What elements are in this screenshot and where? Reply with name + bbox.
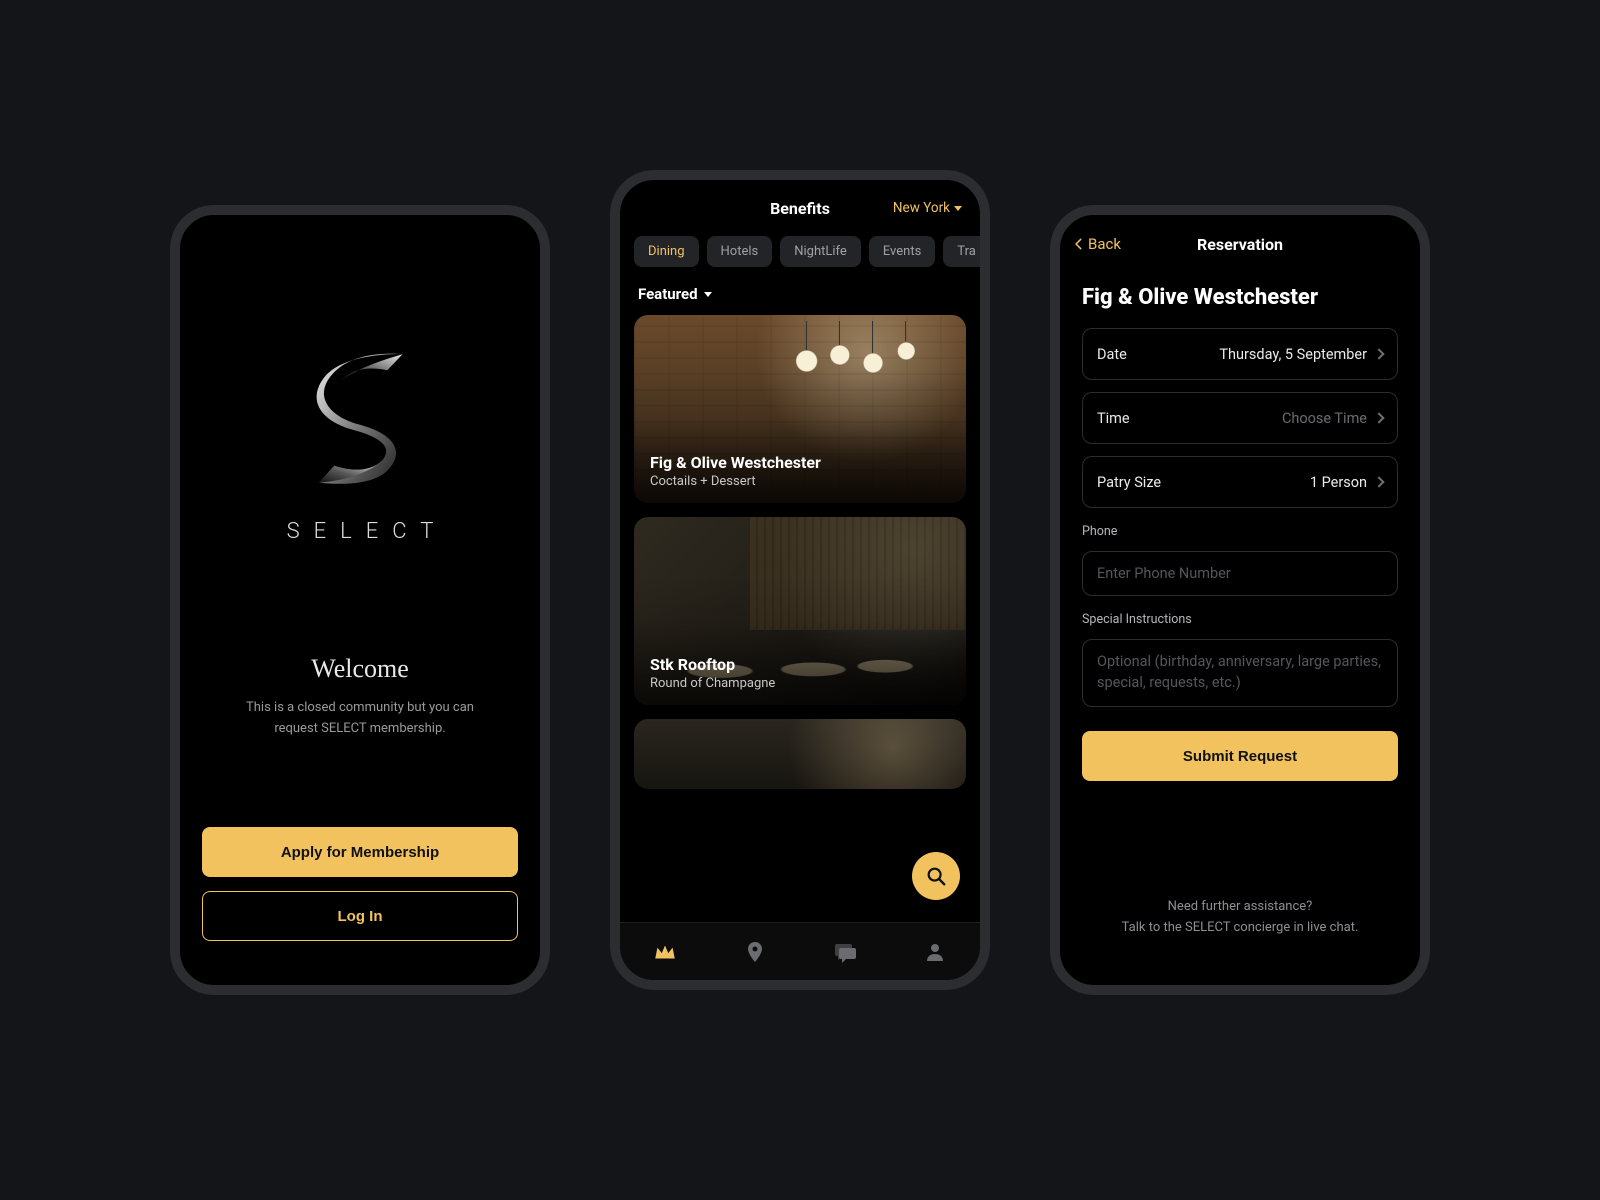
venue-subtitle: Round of Champagne	[650, 676, 775, 691]
select-logo-icon	[275, 333, 445, 503]
tab-chat[interactable]	[825, 932, 865, 972]
tab-places[interactable]	[735, 932, 775, 972]
time-placeholder: Choose Time	[1282, 410, 1367, 427]
pin-icon	[743, 940, 767, 964]
tab-benefits[interactable]	[645, 932, 685, 972]
venue-subtitle: Coctails + Dessert	[650, 474, 821, 489]
caret-down-icon	[954, 206, 962, 211]
assist-line-2: Talk to the SELECT concierge in live cha…	[1060, 918, 1420, 939]
venue-card[interactable]	[634, 719, 966, 789]
chip-dining[interactable]: Dining	[634, 236, 699, 267]
welcome-title: Welcome	[311, 654, 409, 684]
benefits-screen: Benefits New York Dining Hotels NightLif…	[610, 170, 990, 990]
person-icon	[923, 940, 947, 964]
back-button[interactable]: Back	[1072, 235, 1121, 253]
login-button[interactable]: Log In	[202, 891, 518, 941]
reservation-screen: Back Reservation Fig & Olive Westchester…	[1050, 205, 1430, 995]
instructions-input[interactable]: Optional (birthday, anniversary, large p…	[1082, 639, 1398, 707]
phone-field-label: Phone	[1082, 524, 1398, 539]
apply-membership-button[interactable]: Apply for Membership	[202, 827, 518, 877]
search-fab[interactable]	[912, 852, 960, 900]
chevron-left-icon	[1072, 237, 1086, 251]
venue-card[interactable]: Fig & Olive Westchester Coctails + Desse…	[634, 315, 966, 503]
assist-line-1: Need further assistance?	[1060, 897, 1420, 918]
tab-bar	[620, 922, 980, 980]
submit-request-button[interactable]: Submit Request	[1082, 731, 1398, 781]
chevron-right-icon	[1373, 412, 1384, 423]
caret-down-icon	[704, 292, 712, 297]
assistance-text: Need further assistance? Talk to the SEL…	[1060, 897, 1420, 965]
crown-icon	[652, 939, 678, 965]
sort-label: Featured	[638, 285, 698, 303]
sort-picker[interactable]: Featured	[620, 277, 980, 315]
top-bar: Benefits New York	[620, 180, 980, 236]
party-value: 1 Person	[1310, 474, 1367, 491]
time-label: Time	[1097, 410, 1130, 427]
reservation-form: Date Thursday, 5 September Time Choose T…	[1060, 328, 1420, 707]
nav-bar: Back Reservation	[1060, 215, 1420, 273]
time-row[interactable]: Time Choose Time	[1082, 392, 1398, 444]
phone-input[interactable]: Enter Phone Number	[1082, 551, 1398, 596]
phone-placeholder: Enter Phone Number	[1097, 565, 1231, 582]
chevron-right-icon	[1373, 476, 1384, 487]
welcome-subtitle: This is a closed community but you can r…	[180, 698, 540, 738]
venue-title: Stk Rooftop	[650, 655, 775, 674]
party-label: Patry Size	[1097, 474, 1161, 491]
venue-title: Fig & Olive Westchester	[650, 453, 821, 472]
chip-nightlife[interactable]: NightLife	[780, 236, 861, 267]
page-title: Benefits	[770, 199, 830, 218]
chevron-right-icon	[1373, 348, 1384, 359]
search-icon	[925, 865, 947, 887]
welcome-screen: SELECT Welcome This is a closed communit…	[170, 205, 550, 995]
chat-icon	[833, 940, 857, 964]
date-label: Date	[1097, 346, 1127, 363]
logo-area: SELECT Welcome This is a closed communit…	[180, 215, 540, 827]
party-size-row[interactable]: Patry Size 1 Person	[1082, 456, 1398, 508]
date-row[interactable]: Date Thursday, 5 September	[1082, 328, 1398, 380]
venue-heading: Fig & Olive Westchester	[1060, 273, 1420, 328]
date-value: Thursday, 5 September	[1219, 346, 1367, 363]
instructions-placeholder: Optional (birthday, anniversary, large p…	[1097, 653, 1381, 691]
chip-travel[interactable]: Tra	[943, 236, 980, 267]
chip-events[interactable]: Events	[869, 236, 935, 267]
back-label: Back	[1088, 235, 1121, 253]
chip-hotels[interactable]: Hotels	[707, 236, 773, 267]
city-label: New York	[893, 200, 950, 216]
venue-image	[634, 719, 966, 789]
instructions-field-label: Special Instructions	[1082, 612, 1398, 627]
page-title: Reservation	[1197, 235, 1283, 254]
tab-profile[interactable]	[915, 932, 955, 972]
brand-wordmark: SELECT	[273, 519, 448, 544]
city-picker[interactable]: New York	[893, 200, 962, 216]
venue-card[interactable]: Stk Rooftop Round of Champagne	[634, 517, 966, 705]
category-chips: Dining Hotels NightLife Events Tra	[620, 236, 980, 277]
